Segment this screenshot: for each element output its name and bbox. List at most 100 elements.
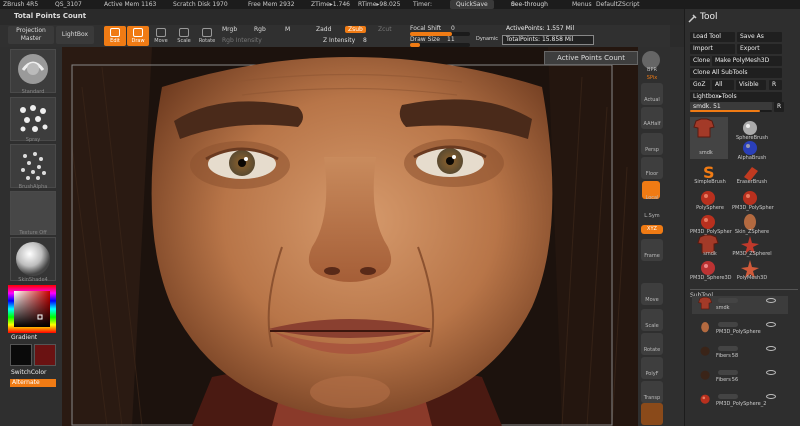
shirt-icon (698, 296, 713, 310)
eye-icon[interactable] (766, 370, 776, 375)
lightbox-button[interactable]: LightBox (56, 26, 94, 44)
alternate-button[interactable]: Alternate (10, 379, 56, 387)
save-as-button[interactable]: Save As (737, 32, 782, 42)
m-button[interactable]: M (285, 26, 290, 33)
head-icon (701, 321, 709, 333)
subtool-toggle[interactable] (718, 370, 738, 375)
transp-label: Transp (643, 395, 661, 401)
make-polymesh-button[interactable]: Make PolyMesh3D (712, 56, 782, 66)
draw-button[interactable]: Draw (127, 26, 149, 46)
sculpted-head-model (62, 47, 638, 426)
rotate-label: Rotate (198, 38, 216, 44)
rotate-view-label: Rotate (643, 347, 661, 353)
projection-master-button[interactable]: Projection Master (8, 26, 54, 44)
active-points-readout: ActivePoints: 1.557 Mil (506, 25, 575, 32)
eye-icon[interactable] (766, 322, 776, 327)
draw-size-value: 11 (447, 36, 455, 43)
gradient-toggle[interactable]: Gradient (11, 334, 37, 341)
lightbox-tools-button[interactable]: Lightbox▸Tools (690, 92, 782, 102)
free-mem: Free Mem 2932 (248, 1, 295, 8)
spray-stroke-label: Spray (25, 137, 41, 143)
see-through-label: See-through (511, 1, 548, 8)
current-tool-r-button[interactable]: R (774, 102, 784, 112)
ghost-button[interactable] (641, 403, 663, 425)
eye-icon[interactable] (766, 346, 776, 351)
info-row: Total Points Count (0, 9, 800, 25)
spray-stroke-icon (20, 105, 48, 132)
tool-thumb-label: EraserBrush (736, 179, 768, 185)
load-tool-button[interactable]: Load Tool (690, 32, 735, 42)
edit-button[interactable]: Edit (104, 26, 126, 46)
eye-icon[interactable] (766, 298, 776, 303)
scale-button[interactable]: Scale (173, 26, 195, 46)
quicksave-button[interactable]: QuickSave (450, 0, 494, 9)
draw-label: Draw (131, 38, 145, 44)
texture-button[interactable] (10, 191, 56, 235)
see-through-value: 0 (511, 1, 515, 8)
edit-icon (110, 28, 120, 37)
zsub-button[interactable]: Zsub (345, 26, 366, 33)
tool-thumbnail-grid: smdk SphereBrush AlphaBrush S SimpleBrush Era… (688, 115, 798, 285)
export-button[interactable]: Export (737, 44, 782, 54)
subtool-toggle[interactable] (718, 394, 738, 399)
spix-slider[interactable]: SPix (638, 75, 666, 81)
goz-all-button[interactable]: All (712, 80, 734, 90)
menus-button[interactable]: Menus (572, 0, 592, 9)
xyz-button[interactable]: XYZ (641, 225, 663, 234)
tool-thumb-label: smdk (699, 150, 713, 156)
clone-button[interactable]: Clone (690, 56, 710, 66)
spray-stroke-button[interactable] (10, 97, 56, 141)
goz-visible-button[interactable]: Visible (736, 80, 766, 90)
lsym-button[interactable]: L.Sym (638, 213, 666, 219)
active-mem: Active Mem 1163 (104, 1, 157, 8)
default-zscript-button[interactable]: DefaultZScript (596, 0, 639, 9)
dynamic-button[interactable]: Dynamic (476, 36, 498, 42)
ztime: ZTime▸1.746 (311, 1, 350, 8)
tool-palette: Tool Load Tool Save As Import Export Clo… (684, 9, 800, 426)
move-button[interactable]: Move (150, 26, 172, 46)
subtool-label: Fibers 56 (716, 377, 739, 383)
subtool-row[interactable]: Fibers 56 (692, 368, 788, 386)
brush-alpha-button[interactable] (10, 144, 56, 188)
rotate-button[interactable]: Rotate (196, 26, 218, 46)
goz-button[interactable]: GoZ (690, 80, 710, 90)
material-button[interactable] (10, 237, 56, 281)
eye-icon[interactable] (766, 394, 776, 399)
scale-label: Scale (177, 38, 191, 44)
standard-brush-button[interactable] (10, 49, 56, 93)
main-color-swatch[interactable] (10, 344, 32, 366)
switchcolor-button[interactable]: SwitchColor (11, 369, 47, 376)
goz-r-button[interactable]: R (769, 80, 782, 90)
color-picker[interactable] (8, 285, 56, 333)
scale-view-label: Scale (645, 323, 659, 329)
subtool-label: PM3D_PolySphere_2 (716, 401, 767, 407)
mrgb-button[interactable]: Mrgb (222, 26, 237, 33)
subtool-row[interactable]: PM3D_PolySphere (692, 320, 788, 338)
clone-all-subtools-button[interactable]: Clone All SubTools (690, 68, 782, 78)
floor-label: Floor (645, 171, 659, 177)
subtool-row[interactable]: smdk (692, 296, 788, 314)
subtool-row[interactable]: PM3D_PolySphere_2 (692, 392, 788, 410)
standard-brush-icon (18, 54, 48, 84)
aahalf-label: AAHalf (643, 121, 661, 127)
local-label: Local (645, 195, 659, 201)
subtool-toggle[interactable] (718, 298, 738, 303)
draw-icon (133, 28, 143, 37)
subtool-toggle[interactable] (718, 322, 738, 327)
rgb-button[interactable]: Rgb (254, 26, 266, 33)
rtime: RTime▸98.025 (358, 1, 401, 8)
focal-shift-label: Focal Shift (410, 25, 442, 32)
canvas-viewport[interactable] (62, 47, 638, 426)
subtool-label: smdk (716, 305, 730, 311)
secondary-color-swatch[interactable] (34, 344, 56, 366)
zcut-button[interactable]: Zcut (378, 26, 392, 33)
import-button[interactable]: Import (690, 44, 735, 54)
draw-size-label: Draw Size (410, 36, 440, 43)
subtool-toggle[interactable] (718, 346, 738, 351)
zadd-button[interactable]: Zadd (316, 26, 331, 33)
subtool-row[interactable]: Fibers 58 (692, 344, 788, 362)
tool-palette-title: Tool (700, 12, 718, 22)
rgb-intensity-slider[interactable]: Rgb Intensity (222, 37, 262, 44)
hair-icon (700, 370, 710, 380)
z-intensity-slider[interactable]: Z Intensity 8 (316, 35, 396, 45)
